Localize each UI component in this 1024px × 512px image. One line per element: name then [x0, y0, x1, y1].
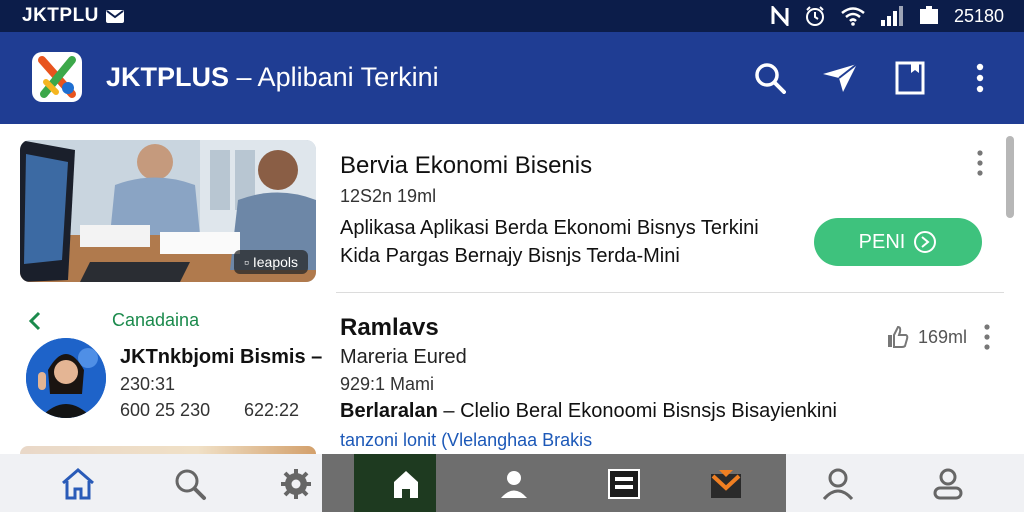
- nav-home[interactable]: [58, 464, 98, 504]
- send-icon: [823, 63, 858, 92]
- settings-icon: [281, 469, 311, 499]
- search-icon: [175, 469, 206, 500]
- article-description: Berlaralan – Clelio Beral Ekonoomi Bisns…: [340, 400, 837, 423]
- app-title-rest: – Aplibani Terkini: [229, 62, 439, 92]
- app-title: JKTPLUS – Aplibani Terkini: [106, 62, 439, 93]
- scrollbar[interactable]: [1006, 136, 1014, 218]
- more-vert-icon: [977, 150, 983, 176]
- news-icon: [608, 469, 640, 499]
- nav-account[interactable]: [818, 464, 858, 504]
- news-card[interactable]: ▫ Ieapols Bervia Ekonomi Bisenis 12S2n 1…: [0, 124, 1004, 294]
- profile-panel[interactable]: Canadaina JKTnkbjomi Bismis – 230:31 600…: [0, 294, 336, 454]
- like-button[interactable]: 169ml: [886, 324, 991, 350]
- alarm-icon: [805, 6, 824, 26]
- nav-section-center: [322, 454, 786, 512]
- article-description-rest: – Clelio Beral Ekonoomi Bisnsjs Bisayien…: [437, 400, 837, 422]
- chevron-circle-icon: [914, 231, 937, 253]
- bookmark-icon: [895, 61, 925, 95]
- thumbnail-tag: ▫ Ieapols: [234, 250, 308, 274]
- app-title-brand: JKTPLUS: [106, 62, 230, 92]
- home-icon: [394, 471, 418, 498]
- news-description: Aplikasa Aplikasi Berda Ekonomi Bisnys T…: [340, 214, 820, 270]
- nav-home-active[interactable]: [386, 464, 426, 504]
- feed-content: ▫ Ieapols Bervia Ekonomi Bisenis 12S2n 1…: [0, 124, 1024, 454]
- status-time: 25180: [953, 5, 1004, 26]
- nav-user[interactable]: [928, 464, 968, 504]
- article-meta: 929:1 Mami: [340, 374, 435, 394]
- home-icon: [62, 468, 94, 500]
- profile-time: 230:31: [120, 374, 176, 394]
- next-card-thumbnail[interactable]: [20, 446, 316, 454]
- profile-stat: 622:22: [244, 400, 300, 420]
- inbox-icon: [711, 470, 741, 498]
- mail-icon: [105, 9, 124, 23]
- thumbs-up-icon: [888, 325, 909, 348]
- bookmark-button[interactable]: [890, 58, 930, 98]
- category-label: Canadaina: [112, 310, 200, 330]
- wifi-icon: [841, 7, 865, 26]
- nav-inbox[interactable]: [706, 464, 746, 504]
- article-description-lead: Berlaralan: [340, 400, 438, 422]
- app-logo: [32, 52, 82, 102]
- battery-icon: [919, 6, 938, 24]
- like-count: 169ml: [918, 326, 968, 347]
- article-subtitle: Mareria Eured: [340, 346, 467, 368]
- profile-name: JKTnkbjomi Bismis –: [120, 346, 323, 368]
- news-description-line: Aplikasa Aplikasi Berda Ekonomi Bisnys T…: [340, 217, 759, 239]
- search-button[interactable]: [750, 58, 790, 98]
- news-meta: 12S2n 19ml: [340, 186, 437, 206]
- article-title[interactable]: Ramlavs: [340, 314, 439, 342]
- card-more-button[interactable]: [976, 150, 984, 182]
- app-bar: JKTPLUS – Aplibani Terkini: [0, 32, 1024, 124]
- open-button-label: PENI: [858, 230, 906, 253]
- send-button[interactable]: [820, 58, 860, 98]
- nfc-icon: [771, 6, 789, 26]
- more-vert-icon: [976, 63, 984, 93]
- nav-section-left: [0, 454, 322, 512]
- nav-news[interactable]: [604, 464, 644, 504]
- person-outline-icon: [933, 468, 963, 500]
- person-icon: [501, 471, 527, 498]
- carrier-label: JKTPLU: [22, 5, 99, 26]
- news-title[interactable]: Bervia Ekonomi Bisenis: [340, 152, 592, 180]
- news-description-line: Kida Pargas Bernajy Bisnjs Terda-Mini: [340, 245, 680, 267]
- more-vert-icon[interactable]: [983, 324, 991, 350]
- nav-settings[interactable]: [276, 464, 316, 504]
- signal-icon: [880, 6, 903, 26]
- article-link[interactable]: tanzoni lonit (Vlelanghaa Brakis: [340, 430, 592, 451]
- profile-icon: [822, 468, 854, 501]
- open-button[interactable]: PENI: [814, 218, 982, 266]
- news-thumbnail[interactable]: ▫ Ieapols: [20, 140, 316, 282]
- status-bar: JKTPLU 25180: [0, 0, 1024, 32]
- bottom-navigation: [0, 454, 1024, 512]
- back-chevron-icon[interactable]: [28, 311, 42, 331]
- nav-profile[interactable]: [494, 464, 534, 504]
- divider: [336, 292, 1004, 293]
- nav-section-right: [786, 454, 1024, 512]
- nav-search[interactable]: [170, 464, 210, 504]
- avatar[interactable]: [26, 338, 106, 418]
- search-icon: [755, 63, 786, 94]
- profile-stat: 600 25 230: [120, 400, 211, 420]
- more-options-button[interactable]: [960, 58, 1000, 98]
